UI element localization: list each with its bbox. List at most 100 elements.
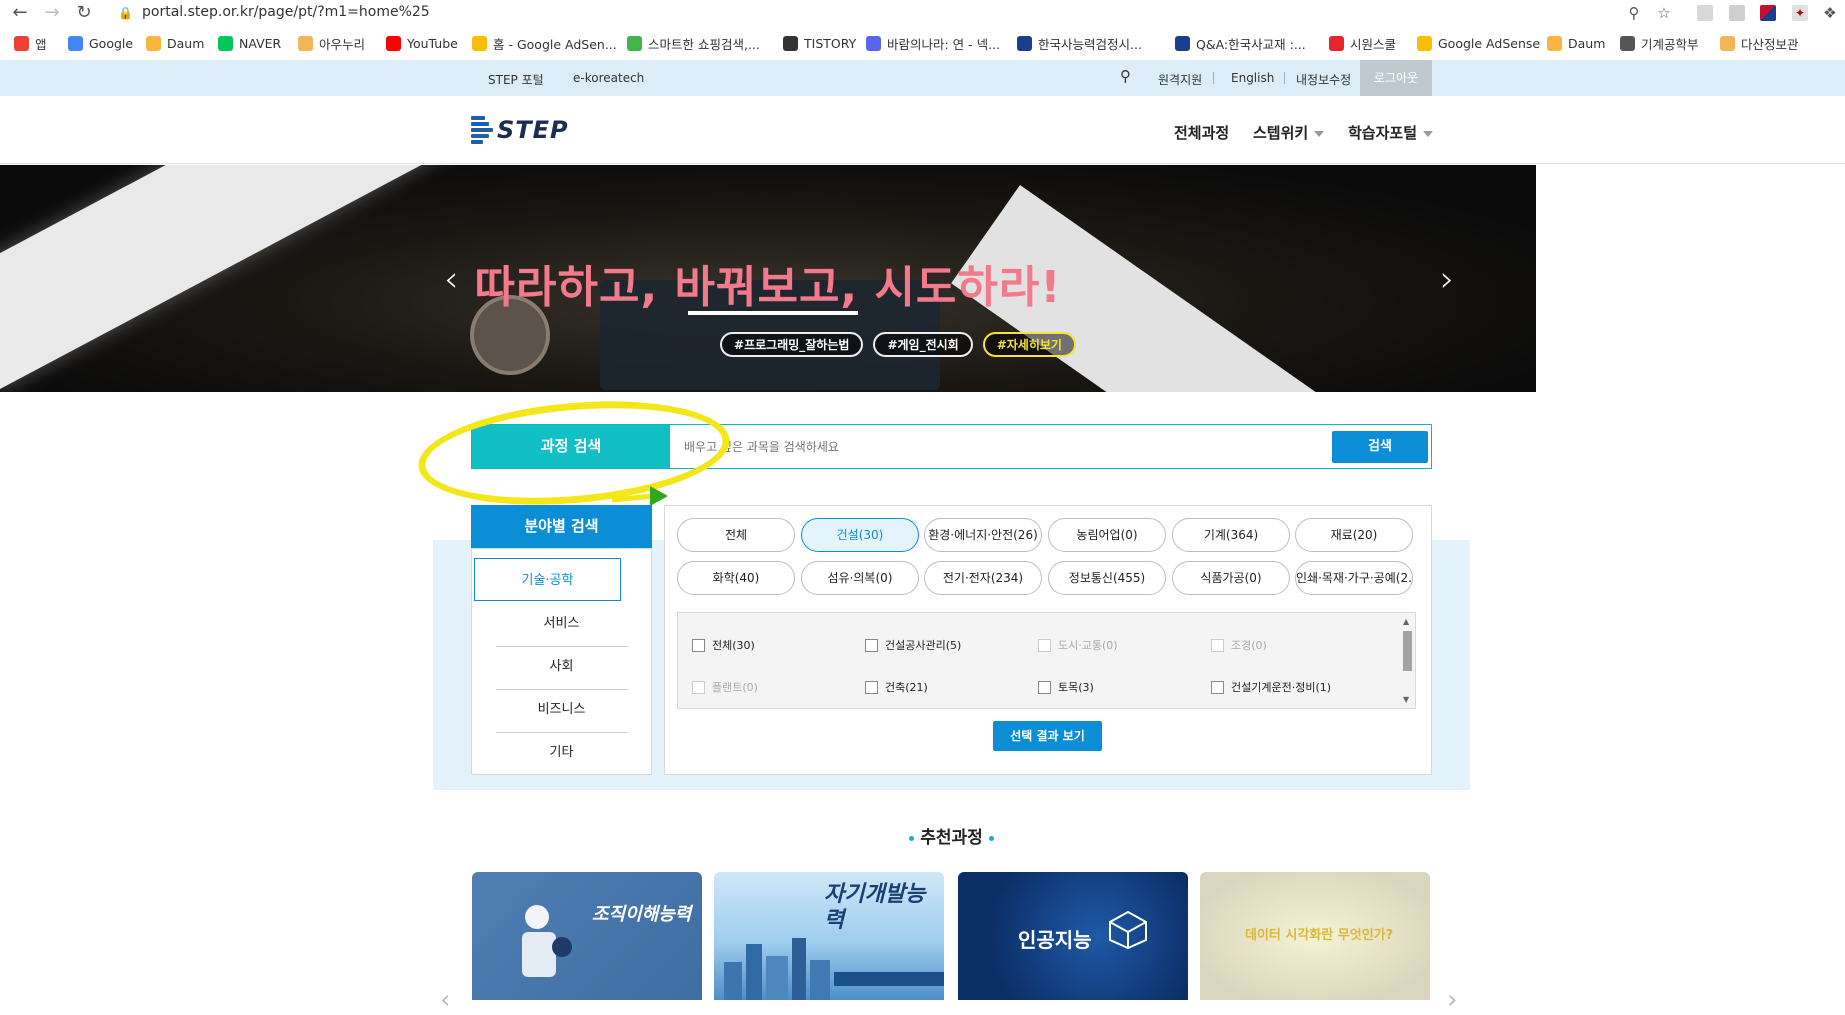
bookmark-item[interactable]: YouTube xyxy=(386,34,458,52)
category-chip[interactable]: 전체 xyxy=(677,518,795,552)
extension-tab-icon[interactable] xyxy=(1729,5,1745,21)
scroll-thumb[interactable] xyxy=(1403,631,1412,671)
category-chip[interactable]: 기계(364) xyxy=(1172,518,1290,552)
banner-tag[interactable]: #프로그래밍_잘하는법 xyxy=(720,332,864,357)
scroll-up-icon[interactable]: ▲ xyxy=(1403,617,1409,626)
banner-prev-arrow-icon[interactable]: ‹ xyxy=(444,262,458,298)
subcategory-checkbox[interactable]: 토목(3) xyxy=(1038,679,1094,695)
reload-icon[interactable]: ↻ xyxy=(74,3,94,23)
subcategory-checkbox[interactable]: 건설기계운전·정비(1) xyxy=(1211,679,1331,695)
category-chip[interactable]: 전기·전자(234) xyxy=(924,561,1042,595)
category-chip[interactable]: 정보통신(455) xyxy=(1048,561,1166,595)
bookmark-item[interactable]: 스마트한 쇼핑검색,... xyxy=(627,34,760,52)
bookmark-item[interactable]: 바람의나라: 연 - 넥... xyxy=(866,34,1000,52)
category-chip[interactable]: 섬유·의복(0) xyxy=(801,561,919,595)
forward-arrow-icon[interactable]: → xyxy=(42,3,62,23)
view-results-button[interactable]: 선택 결과 보기 xyxy=(993,721,1102,751)
bookmark-item[interactable]: Google AdSense xyxy=(1417,34,1540,52)
subcategory-checkbox[interactable]: 건축(21) xyxy=(865,679,928,695)
subcategory-label: 도시·교통(0) xyxy=(1058,639,1118,652)
banner-tag[interactable]: #게임_전시회 xyxy=(873,332,973,357)
recommended-card[interactable]: 조직이해능력 xyxy=(472,872,702,1000)
category-chip-selected[interactable]: 건설(30) xyxy=(801,518,919,552)
hero-banner[interactable]: 따라하고, 바꿔보고, 시도하라! #프로그래밍_잘하는법 #게임_전시회 #자… xyxy=(0,165,1536,392)
banner-tag-detail[interactable]: #자세히보기 xyxy=(982,332,1076,357)
zoom-icon[interactable]: ⚲ xyxy=(1624,3,1644,23)
category-chip[interactable]: 농림어업(0) xyxy=(1048,518,1166,552)
star-icon[interactable]: ☆ xyxy=(1654,3,1674,23)
chevron-down-icon xyxy=(1423,130,1434,137)
nav-step-wiki[interactable]: 스텝위키 xyxy=(1253,122,1325,143)
category-title: 분야별 검색 xyxy=(471,505,652,548)
recommended-card[interactable]: 인공지능 xyxy=(958,872,1188,1000)
topbar-link-ekoreatech[interactable]: e-koreatech xyxy=(573,71,644,85)
scroll-down-icon[interactable]: ▼ xyxy=(1403,695,1409,704)
tistory-icon xyxy=(783,35,798,51)
category-chip[interactable]: 화학(40) xyxy=(677,561,795,595)
bookmark-item[interactable]: 기계공학부 xyxy=(1620,34,1699,52)
step-logo[interactable]: STEP xyxy=(471,116,569,144)
recommended-card[interactable]: 자기개발능력 xyxy=(714,872,944,1000)
title-dot-icon xyxy=(988,835,994,841)
course-search-button[interactable]: 검색 xyxy=(1332,431,1428,463)
banner-next-arrow-icon[interactable]: › xyxy=(1440,262,1454,298)
title-dot-icon xyxy=(909,835,915,841)
category-side-business[interactable]: 비즈니스 xyxy=(472,688,651,731)
s-icon xyxy=(1329,35,1344,51)
bookmark-item[interactable]: TISTORY xyxy=(783,34,856,52)
back-arrow-icon[interactable]: ← xyxy=(10,3,30,23)
bookmark-item[interactable]: 한국사능력검정시... xyxy=(1017,34,1142,52)
subcategory-checkbox[interactable]: 전체(30) xyxy=(692,637,755,653)
bookmark-item[interactable]: 시원스쿨 xyxy=(1329,34,1396,52)
bookmark-item[interactable]: Daum xyxy=(146,34,204,52)
checkbox-icon xyxy=(1038,638,1051,652)
bookmark-item[interactable]: 앱 xyxy=(14,34,47,52)
category-side-tech[interactable]: 기술·공학 xyxy=(474,558,621,601)
address-bar[interactable]: portal.step.or.kr/page/pt/?m1=home%25 xyxy=(142,4,430,20)
bookmark-icon xyxy=(1720,35,1735,51)
category-side-service[interactable]: 서비스 xyxy=(472,602,651,645)
subcategory-checkbox[interactable]: 건설공사관리(5) xyxy=(865,637,961,653)
category-chip[interactable]: 식품가공(0) xyxy=(1172,561,1290,595)
topbar-link-my-info[interactable]: 내정보수정 xyxy=(1296,71,1351,88)
extension-flag-icon[interactable] xyxy=(1760,5,1776,21)
category-side-etc[interactable]: 기타 xyxy=(472,731,651,774)
card-caption: 조직이해능력 xyxy=(592,904,692,925)
bookmark-item[interactable]: 아우누리 xyxy=(298,34,365,52)
subcategory-label: 건축(21) xyxy=(885,681,928,694)
category-chip[interactable]: 재료(20) xyxy=(1295,518,1413,552)
category-chip[interactable]: 인쇄·목재·가구·공예(2... xyxy=(1295,561,1413,595)
logo-text: STEP xyxy=(497,116,569,144)
carousel-next-arrow-icon[interactable]: › xyxy=(1447,985,1457,1015)
subcategory-checklist: 전체(30) 건설공사관리(5) 도시·교통(0) 조경(0) 플랜트(0) 건… xyxy=(677,612,1416,709)
card-caption: 인공지능 xyxy=(1018,928,1092,952)
bookmark-item[interactable]: 홈 - Google AdSen... xyxy=(472,34,617,52)
annotation-arrow-icon xyxy=(611,486,668,506)
course-search-input[interactable] xyxy=(682,433,1382,461)
search-icon[interactable]: ⚲ xyxy=(1120,67,1131,85)
category-chip[interactable]: 환경·에너지·안전(26) xyxy=(924,518,1042,552)
bookmark-item[interactable]: Daum xyxy=(1547,34,1605,52)
bookmark-item[interactable]: 다산정보관 xyxy=(1720,34,1799,52)
category-sidebar: 기술·공학 서비스 사회 비즈니스 기타 xyxy=(471,548,652,775)
people-illustration-icon xyxy=(522,905,572,977)
bookmark-label: NAVER xyxy=(239,35,282,51)
extension-cast-icon[interactable] xyxy=(1697,5,1713,21)
checklist-scrollbar[interactable]: ▲ ▼ xyxy=(1401,617,1413,706)
bookmark-item[interactable]: Google xyxy=(68,34,133,52)
bookmark-item[interactable]: Q&A:한국사교재 :... xyxy=(1175,34,1306,52)
logout-button[interactable]: 로그아웃 xyxy=(1360,60,1432,96)
nav-step-wiki-label: 스텝위키 xyxy=(1253,124,1309,142)
nav-all-courses[interactable]: 전체과정 xyxy=(1174,122,1229,143)
topbar-link-step-portal[interactable]: STEP 포털 xyxy=(488,71,544,88)
extensions-puzzle-icon[interactable]: ❖ xyxy=(1820,3,1840,23)
topbar-link-english[interactable]: English xyxy=(1231,71,1274,85)
nav-learner-portal[interactable]: 학습자포털 xyxy=(1348,122,1434,143)
recommended-card[interactable]: 데이터 시각화란 무엇인가? xyxy=(1200,872,1430,1000)
topbar-link-remote-support[interactable]: 원격지원 xyxy=(1158,71,1202,88)
discord-icon xyxy=(866,35,881,51)
bookmark-item[interactable]: NAVER xyxy=(218,34,281,52)
category-side-society[interactable]: 사회 xyxy=(472,645,651,688)
extension-pdf-icon[interactable]: ✦ xyxy=(1792,5,1808,21)
carousel-prev-arrow-icon[interactable]: ‹ xyxy=(440,985,450,1015)
